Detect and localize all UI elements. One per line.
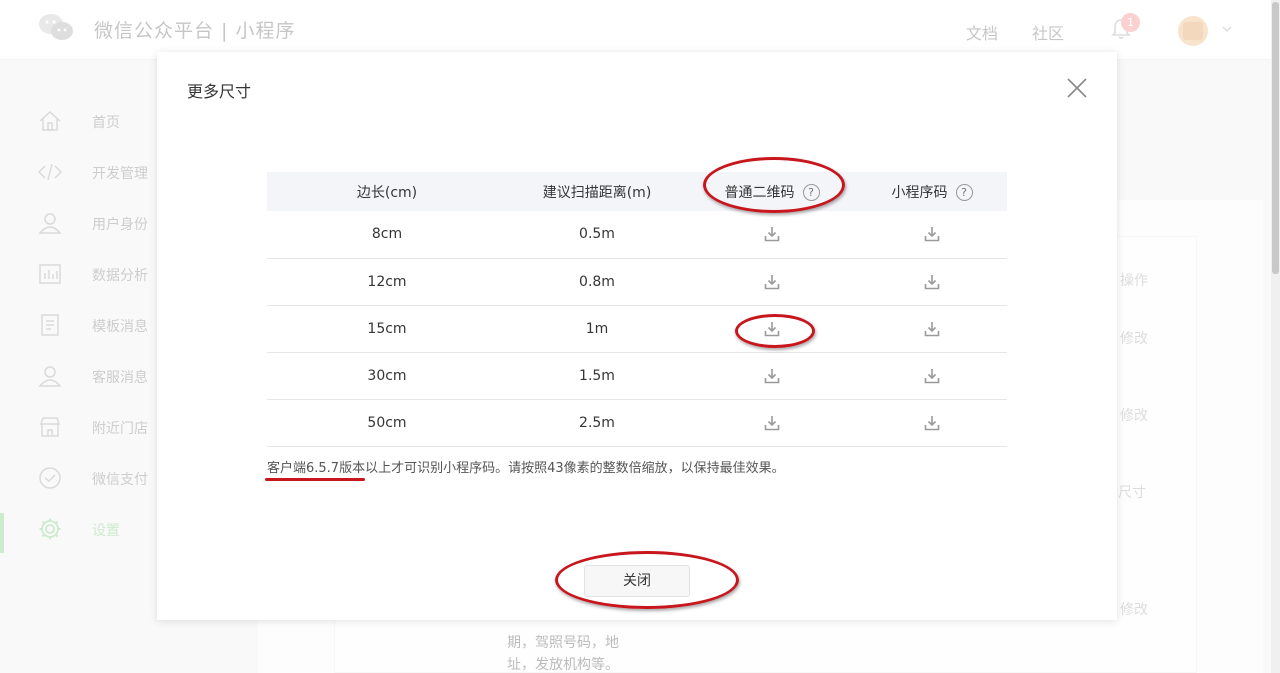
distance-cell: 2.5m: [507, 399, 687, 447]
close-button[interactable]: 关闭: [584, 565, 690, 597]
table-row: 12cm 0.8m: [267, 258, 1007, 306]
column-header-minicode: 小程序码?: [857, 172, 1007, 211]
column-header-side: 边长(cm): [267, 172, 507, 211]
qrcode-cell: [687, 352, 857, 400]
minicode-cell: [857, 399, 1007, 447]
download-icon[interactable]: [764, 321, 780, 337]
download-icon[interactable]: [764, 226, 780, 242]
side-cell: 12cm: [267, 258, 507, 306]
help-icon[interactable]: ?: [802, 184, 820, 201]
table-header-row: 边长(cm) 建议扫描距离(m) 普通二维码? 小程序码?: [267, 172, 1007, 211]
side-cell: 15cm: [267, 305, 507, 353]
scrollbar-thumb[interactable]: [1272, 2, 1279, 274]
scrollbar[interactable]: [1271, 0, 1280, 673]
download-icon[interactable]: [924, 274, 940, 290]
side-cell: 50cm: [267, 399, 507, 447]
qrcode-cell: [687, 211, 857, 259]
download-icon[interactable]: [764, 415, 780, 431]
distance-cell: 0.5m: [507, 211, 687, 259]
minicode-cell: [857, 211, 1007, 259]
download-icon[interactable]: [764, 274, 780, 290]
dialog-title: 更多尺寸: [187, 82, 252, 101]
minicode-cell: [857, 352, 1007, 400]
download-icon[interactable]: [924, 368, 940, 384]
column-header-label: 小程序码: [891, 184, 948, 201]
download-icon[interactable]: [924, 226, 940, 242]
distance-cell: 1.5m: [507, 352, 687, 400]
table-row: 30cm 1.5m: [267, 352, 1007, 400]
qrcode-cell: [687, 258, 857, 306]
close-icon[interactable]: [1065, 76, 1089, 100]
qrcode-cell: [687, 399, 857, 447]
download-icon[interactable]: [764, 368, 780, 384]
annotation-underline: [265, 478, 365, 481]
download-icon[interactable]: [924, 321, 940, 337]
more-sizes-dialog: 更多尺寸 边长(cm) 建议扫描距离(m) 普通二维码? 小程序码? 8cm 0…: [157, 52, 1117, 620]
table-row: 15cm 1m: [267, 305, 1007, 353]
side-cell: 8cm: [267, 211, 507, 259]
distance-cell: 0.8m: [507, 258, 687, 306]
column-header-qrcode: 普通二维码?: [687, 172, 857, 211]
compatibility-note: 客户端6.5.7版本以上才可识别小程序码。请按照43像素的整数倍缩放，以保持最佳…: [267, 461, 785, 476]
side-cell: 30cm: [267, 352, 507, 400]
table-row: 8cm 0.5m: [267, 211, 1007, 259]
minicode-cell: [857, 258, 1007, 306]
table-row: 50cm 2.5m: [267, 399, 1007, 447]
qrcode-cell: [687, 305, 857, 353]
help-icon[interactable]: ?: [955, 184, 973, 201]
column-header-distance: 建议扫描距离(m): [507, 172, 687, 211]
download-icon[interactable]: [924, 415, 940, 431]
sizes-table: 边长(cm) 建议扫描距离(m) 普通二维码? 小程序码? 8cm 0.5m 1…: [267, 172, 1007, 447]
column-header-label: 普通二维码: [724, 184, 795, 201]
distance-cell: 1m: [507, 305, 687, 353]
minicode-cell: [857, 305, 1007, 353]
